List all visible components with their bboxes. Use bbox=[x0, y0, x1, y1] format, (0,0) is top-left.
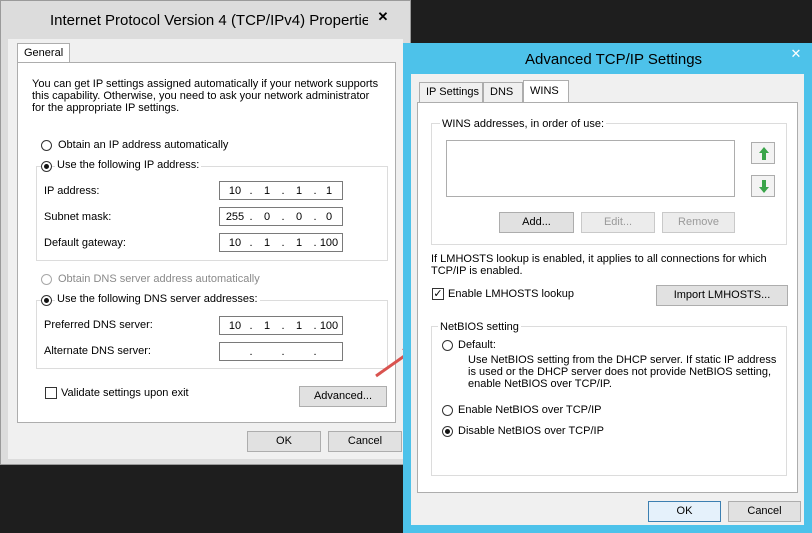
enable-netbios-radio[interactable] bbox=[442, 405, 453, 416]
lmhosts-info-line1: If LMHOSTS lookup is enabled, it applies… bbox=[431, 253, 767, 265]
netbios-default-desc-line2: is used or the DHCP server does not prov… bbox=[468, 366, 772, 378]
obtain-dns-auto-label: Obtain DNS server address automatically bbox=[58, 273, 260, 285]
close-icon[interactable]: ✕ bbox=[368, 6, 398, 28]
use-following-ip-radio[interactable] bbox=[41, 161, 52, 172]
wins-tab-panel: WINS addresses, in order of use: Add... … bbox=[417, 102, 798, 493]
close-icon[interactable]: ✕ bbox=[781, 43, 811, 65]
import-lmhosts-button[interactable]: Import LMHOSTS... bbox=[656, 285, 788, 306]
wins-add-button[interactable]: Add... bbox=[499, 212, 574, 233]
subnet-mask-label: Subnet mask: bbox=[44, 211, 112, 223]
intro-text-line3: for the appropriate IP settings. bbox=[32, 102, 180, 114]
ip-address-input[interactable]: 10. 1. 1. 1 bbox=[219, 181, 343, 200]
disable-netbios-label: Disable NetBIOS over TCP/IP bbox=[458, 425, 604, 437]
enable-lmhosts-label: Enable LMHOSTS lookup bbox=[448, 288, 574, 300]
ipv4-cancel-button[interactable]: Cancel bbox=[328, 431, 402, 452]
use-following-dns-radio[interactable] bbox=[41, 295, 52, 306]
preferred-dns-label: Preferred DNS server: bbox=[44, 319, 153, 331]
use-following-dns-label: Use the following DNS server addresses: bbox=[55, 293, 260, 305]
intro-text-line2: this capability. Otherwise, you need to … bbox=[32, 90, 370, 102]
advanced-client-area: IP Settings DNS WINS WINS addresses, in … bbox=[411, 74, 804, 525]
move-down-icon bbox=[759, 180, 769, 193]
alternate-dns-input[interactable]: ... bbox=[219, 342, 343, 361]
advanced-button[interactable]: Advanced... bbox=[299, 386, 387, 407]
move-up-icon bbox=[759, 147, 769, 160]
preferred-dns-input[interactable]: 10. 1. 1. 100 bbox=[219, 316, 343, 335]
enable-netbios-label: Enable NetBIOS over TCP/IP bbox=[458, 404, 602, 416]
default-gateway-label: Default gateway: bbox=[44, 237, 126, 249]
obtain-dns-auto-radio[interactable] bbox=[41, 274, 52, 285]
validate-settings-checkbox[interactable] bbox=[45, 387, 57, 399]
intro-text-line1: You can get IP settings assigned automat… bbox=[32, 78, 379, 90]
subnet-mask-input[interactable]: 255. 0. 0. 0 bbox=[219, 207, 343, 226]
obtain-ip-auto-radio[interactable] bbox=[41, 140, 52, 151]
ipv4-properties-window: Internet Protocol Version 4 (TCP/IPv4) P… bbox=[0, 0, 411, 465]
alternate-dns-label: Alternate DNS server: bbox=[44, 345, 151, 357]
netbios-default-label: Default: bbox=[458, 339, 496, 351]
lmhosts-info-line2: TCP/IP is enabled. bbox=[431, 265, 523, 277]
default-gateway-input[interactable]: 10. 1. 1. 100 bbox=[219, 233, 343, 252]
general-tab-panel: You can get IP settings assigned automat… bbox=[17, 62, 396, 423]
use-following-ip-label: Use the following IP address: bbox=[55, 159, 202, 171]
enable-lmhosts-checkbox[interactable]: ✓ bbox=[432, 288, 444, 300]
wins-remove-button[interactable]: Remove bbox=[662, 212, 735, 233]
wins-group-label: WINS addresses, in order of use: bbox=[440, 118, 607, 130]
wins-edit-button[interactable]: Edit... bbox=[581, 212, 655, 233]
move-down-button[interactable] bbox=[751, 175, 775, 197]
ipv4-client-area: General You can get IP settings assigned… bbox=[8, 39, 403, 459]
netbios-default-desc-line3: enable NetBIOS over TCP/IP. bbox=[468, 378, 612, 390]
ipv4-ok-button[interactable]: OK bbox=[247, 431, 321, 452]
move-up-button[interactable] bbox=[751, 142, 775, 164]
advanced-tcpip-window: Advanced TCP/IP Settings ✕ IP Settings D… bbox=[403, 43, 812, 533]
ip-address-label: IP address: bbox=[44, 185, 100, 197]
obtain-ip-auto-label: Obtain an IP address automatically bbox=[58, 139, 229, 151]
netbios-group-label: NetBIOS setting bbox=[438, 321, 521, 333]
tab-general[interactable]: General bbox=[17, 43, 71, 63]
netbios-default-desc-line1: Use NetBIOS setting from the DHCP server… bbox=[468, 354, 777, 366]
ipv4-window-title: Internet Protocol Version 4 (TCP/IPv4) P… bbox=[50, 12, 378, 29]
validate-settings-label: Validate settings upon exit bbox=[61, 387, 189, 399]
wins-address-list[interactable] bbox=[446, 140, 735, 197]
ipv4-title-bar[interactable]: Internet Protocol Version 4 (TCP/IPv4) P… bbox=[1, 1, 410, 39]
advanced-ok-button[interactable]: OK bbox=[648, 501, 721, 522]
disable-netbios-radio[interactable] bbox=[442, 426, 453, 437]
tab-wins[interactable]: WINS bbox=[523, 80, 569, 103]
advanced-cancel-button[interactable]: Cancel bbox=[728, 501, 801, 522]
netbios-default-radio[interactable] bbox=[442, 340, 453, 351]
tab-ip-settings[interactable]: IP Settings bbox=[419, 82, 483, 102]
tab-dns[interactable]: DNS bbox=[483, 82, 523, 102]
advanced-window-title: Advanced TCP/IP Settings bbox=[525, 51, 703, 68]
